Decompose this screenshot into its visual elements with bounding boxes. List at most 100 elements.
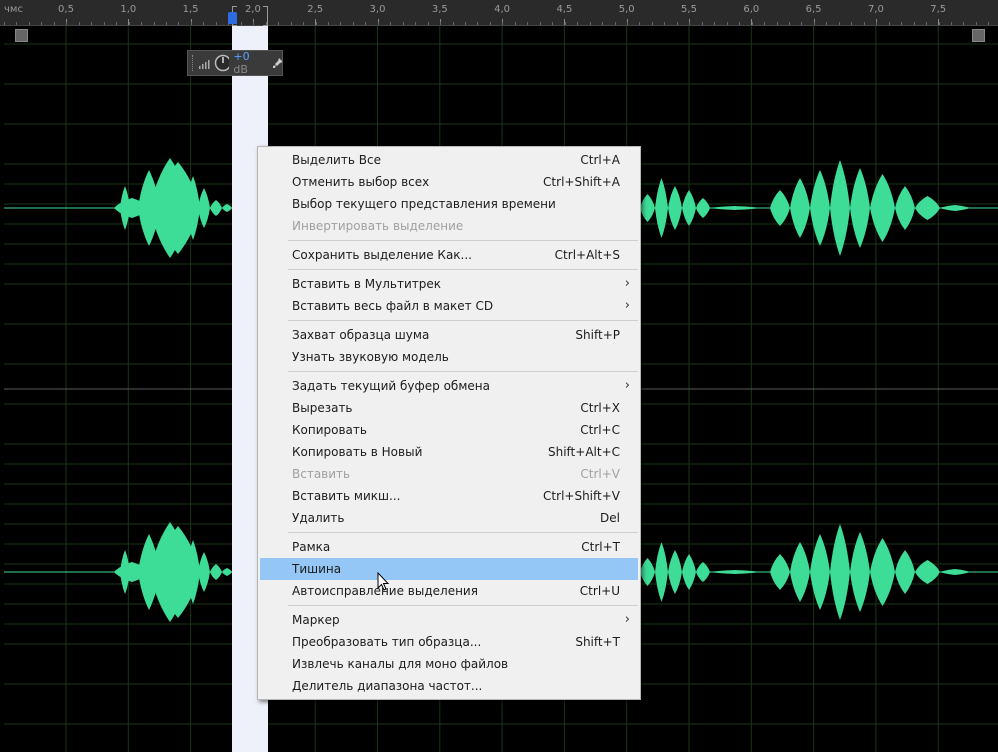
submenu-arrow-icon: ›: [624, 378, 630, 393]
waveform-segment: [770, 554, 790, 590]
waveform-segment: [710, 206, 760, 210]
ruler-minor-tick: [103, 22, 105, 25]
waveform-segment: [850, 168, 870, 248]
ruler-minor-tick: [751, 22, 753, 25]
menu-item-label: Узнать звуковую модель: [292, 350, 449, 364]
selection-bracket[interactable]: [232, 6, 268, 26]
menu-item[interactable]: Выделить Все Ctrl+A: [258, 149, 640, 171]
menu-item-label: Отменить выбор всех: [292, 175, 430, 189]
ruler-minor-tick: [390, 22, 392, 25]
ruler-minor-tick: [651, 22, 653, 25]
ruler-minor-tick: [913, 22, 915, 25]
ruler-minor-tick: [365, 22, 367, 25]
ruler-minor-tick: [278, 22, 280, 25]
waveform-segment: [940, 569, 970, 575]
ruler-minor-tick: [66, 22, 68, 25]
menu-item[interactable]: Маркер ›: [258, 609, 640, 631]
waveform-segment: [940, 205, 970, 211]
ruler-minor-tick: [153, 22, 155, 25]
ruler-label: 7,0: [867, 4, 884, 15]
menu-item[interactable]: Делитель диапазона частот...: [258, 675, 640, 697]
menu-item: Вставить Ctrl+V: [258, 463, 640, 485]
menu-item[interactable]: Преобразовать тип образца... Shift+T: [258, 631, 640, 653]
ruler-minor-tick: [290, 22, 292, 25]
zoom-corner-right-icon[interactable]: [972, 29, 985, 42]
menu-item-label: Захват образца шума: [292, 328, 430, 342]
ruler-minor-tick: [340, 22, 342, 25]
menu-item[interactable]: Узнать звуковую модель: [258, 346, 640, 368]
ruler-minor-tick: [676, 22, 678, 25]
menu-item[interactable]: Выбор текущего представления времени: [258, 193, 640, 215]
waveform-segment: [210, 564, 222, 580]
menu-item-label: Выделить Все: [292, 153, 381, 167]
menu-item[interactable]: Отменить выбор всех Ctrl+Shift+A: [258, 171, 640, 193]
waveform-segment: [830, 524, 850, 620]
ruler-minor-tick: [863, 22, 865, 25]
menu-item[interactable]: Извлечь каналы для моно файлов: [258, 653, 640, 675]
menu-item[interactable]: Захват образца шума Shift+P: [258, 324, 640, 346]
ruler-minor-tick: [91, 22, 93, 25]
ruler-minor-tick: [627, 22, 628, 25]
ruler-minor-tick: [726, 22, 728, 25]
ruler-minor-tick: [53, 22, 55, 25]
menu-item-label: Сохранить выделение Как...: [292, 248, 472, 262]
ruler-minor-tick: [788, 22, 790, 25]
playhead-marker[interactable]: [228, 12, 237, 24]
ruler-minor-tick: [838, 22, 840, 25]
waveform-segment: [915, 196, 940, 220]
ruler-minor-tick: [402, 22, 404, 25]
context-menu: Выделить Все Ctrl+A Отменить выбор всех Ctr…: [257, 146, 641, 700]
pin-icon[interactable]: [272, 57, 282, 69]
ruler-minor-tick: [203, 22, 205, 25]
ruler-minor-tick: [4, 22, 5, 25]
gain-hud[interactable]: +0 dB: [187, 50, 283, 76]
ruler-label: 2,5: [307, 4, 324, 15]
ruler-minor-tick: [988, 22, 990, 25]
time-units-label: чмс: [4, 4, 23, 15]
ruler-minor-tick: [602, 22, 604, 25]
submenu-arrow-icon: ›: [624, 612, 630, 627]
menu-item[interactable]: Сохранить выделение Как... Ctrl+Alt+S: [258, 244, 640, 266]
ruler-minor-tick: [739, 22, 741, 25]
waveform-segment: [222, 204, 232, 212]
zoom-corner-left-icon[interactable]: [15, 29, 28, 42]
ruler-minor-tick: [577, 22, 579, 25]
ruler-minor-tick: [415, 22, 417, 25]
time-ruler[interactable]: чмс 0,5 1,0 1,5 2,0 2,5 3,0 3,5 4,0 4,5 5,0 5,5 6,0…: [0, 0, 998, 26]
ruler-minor-tick: [165, 22, 167, 25]
menu-item[interactable]: Вставить весь файл в макет CD ›: [258, 295, 640, 317]
menu-item-label: Вставить в Мультитрек: [292, 277, 442, 291]
ruler-minor-tick: [440, 22, 442, 25]
waveform-segment: [668, 186, 682, 230]
menu-item[interactable]: Копировать в Новый Shift+Alt+C: [258, 441, 640, 463]
menu-item: Инвертировать выделение: [258, 215, 640, 237]
waveform-segment: [655, 542, 668, 602]
menu-item[interactable]: Автоисправление выделения Ctrl+U: [258, 580, 640, 602]
ruler-minor-tick: [614, 22, 616, 25]
menu-item[interactable]: Задать текущий буфер обмена ›: [258, 375, 640, 397]
menu-separator: [288, 371, 638, 372]
menu-item[interactable]: Вырезать Ctrl+X: [258, 397, 640, 419]
ruler-minor-tick: [78, 22, 80, 25]
ruler-minor-tick: [664, 22, 666, 25]
menu-item[interactable]: Рамка Ctrl+T: [258, 536, 640, 558]
hud-grip[interactable]: [192, 55, 195, 71]
gain-unit: dB: [233, 63, 248, 76]
menu-item-label: Вставить: [292, 467, 351, 481]
menu-item[interactable]: Вставить микш... Ctrl+Shift+V: [258, 485, 640, 507]
waveform-segment: [770, 190, 790, 226]
menu-item[interactable]: Вставить в Мультитрек ›: [258, 273, 640, 295]
menu-item[interactable]: Тишина: [260, 558, 638, 580]
menu-item-label: Вставить весь файл в макет CD: [292, 299, 494, 313]
selection-end-handle[interactable]: [263, 6, 268, 26]
ruler-minor-tick: [689, 22, 691, 25]
ruler-minor-tick: [876, 22, 878, 25]
gain-knob-icon[interactable]: [214, 54, 230, 72]
menu-item[interactable]: Удалить Del: [258, 507, 640, 529]
waveform-segment: [895, 550, 915, 594]
ruler-minor-tick: [901, 22, 903, 25]
ruler-minor-tick: [452, 22, 454, 25]
menu-item[interactable]: Копировать Ctrl+C: [258, 419, 640, 441]
ruler-label: 3,0: [369, 4, 386, 15]
ruler-label: 6,0: [743, 4, 760, 15]
